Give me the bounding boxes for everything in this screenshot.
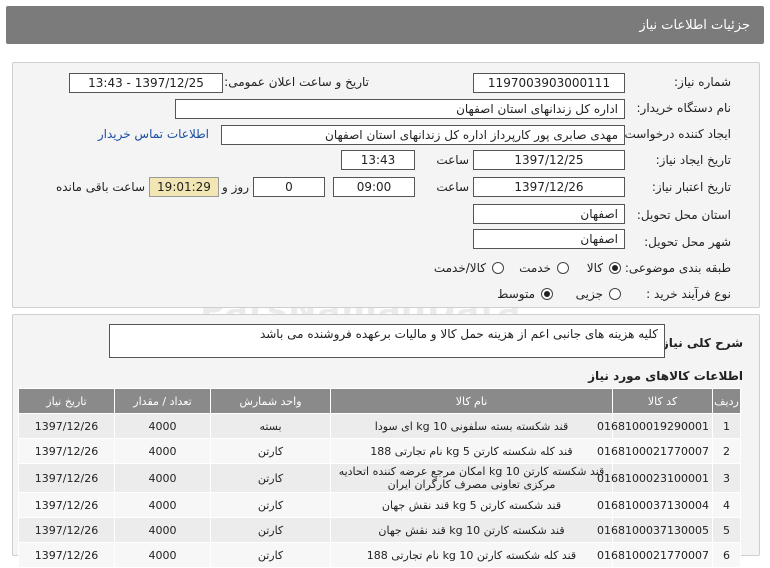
- valid-time-field: 09:00: [333, 177, 415, 197]
- need-number-field: 1197003903000111: [473, 73, 625, 93]
- col-header-date: تاریخ نیاز: [18, 388, 115, 414]
- category-option-both: کالا/خدمت: [433, 261, 486, 275]
- cell-name: قند شکسته بسته سلفونی kg 10 ای سودا: [330, 413, 613, 439]
- cell-name: قند شکسته کارتن kg 10 قند نقش جهان: [330, 517, 613, 543]
- created-date-label: تاریخ ایجاد نیاز:: [655, 153, 731, 167]
- col-header-row: ردیف: [712, 388, 741, 414]
- category-radio-service[interactable]: [557, 262, 569, 274]
- col-header-name: نام کالا: [330, 388, 613, 414]
- cell-row: 4: [712, 492, 741, 518]
- cell-date: 1397/12/26: [18, 463, 115, 493]
- cell-row: 3: [712, 463, 741, 493]
- process-label: نوع فرآیند خرید :: [646, 287, 731, 301]
- page-title: جزئیات اطلاعات نیاز: [639, 17, 750, 33]
- cell-name: قند شکسته کارتن kg 5 قند نقش جهان: [330, 492, 613, 518]
- items-table-header: ردیف کد کالا نام کالا واحد شمارش تعداد /…: [18, 388, 741, 414]
- requester-field: مهدی صابری پور کارپرداز اداره کل زندانها…: [221, 125, 625, 145]
- table-row: 6 0168100021770007 قند کله شکسته کارتن k…: [18, 542, 741, 568]
- cell-date: 1397/12/26: [18, 438, 115, 464]
- city-label: شهر محل تحویل:: [644, 235, 731, 249]
- created-date-field: 1397/12/25: [473, 150, 625, 170]
- cell-unit: کارتن: [210, 463, 331, 493]
- process-radio-minor[interactable]: [609, 288, 621, 300]
- table-row: 4 0168100037130004 قند شکسته کارتن kg 5 …: [18, 492, 741, 518]
- table-row: 5 0168100037130005 قند شکسته کارتن kg 10…: [18, 517, 741, 543]
- category-radio-both[interactable]: [492, 262, 504, 274]
- announce-field: 1397/12/25 - 13:43: [69, 73, 223, 93]
- cell-unit: کارتن: [210, 542, 331, 568]
- days-label: روز و: [222, 180, 249, 194]
- process-radio-medium[interactable]: [541, 288, 553, 300]
- cell-date: 1397/12/26: [18, 517, 115, 543]
- table-row: 3 0168100023100001 قند شکسته کارتن kg 10…: [18, 463, 741, 493]
- cell-date: 1397/12/26: [18, 492, 115, 518]
- page-header: جزئیات اطلاعات نیاز: [6, 6, 764, 44]
- requester-label: ایجاد کننده درخواست:: [620, 127, 731, 141]
- col-header-unit: واحد شمارش: [210, 388, 331, 414]
- need-info-panel: شماره نیاز: 1197003903000111 تاریخ و ساع…: [12, 62, 760, 308]
- valid-date-label: تاریخ اعتبار نیاز:: [651, 180, 731, 194]
- need-number-label: شماره نیاز:: [674, 75, 731, 89]
- cell-unit: کارتن: [210, 517, 331, 543]
- province-field: اصفهان: [473, 204, 625, 224]
- cell-code: 0168100037130005: [597, 517, 713, 543]
- days-field: 0: [253, 177, 325, 197]
- announce-label: تاریخ و ساعت اعلان عمومی:: [224, 75, 369, 89]
- category-radio-goods[interactable]: [609, 262, 621, 274]
- cell-qty: 4000: [114, 438, 211, 464]
- cell-unit: کارتن: [210, 492, 331, 518]
- cell-row: 5: [712, 517, 741, 543]
- cell-unit: بسته: [210, 413, 331, 439]
- cell-date: 1397/12/26: [18, 542, 115, 568]
- process-option-medium: متوسط: [497, 287, 535, 301]
- cell-row: 6: [712, 542, 741, 568]
- remaining-time-field: 19:01:29: [149, 177, 219, 197]
- category-option-service: خدمت: [519, 261, 551, 275]
- created-time-label: ساعت: [436, 153, 469, 167]
- cell-name: قند کله شکسته کارتن kg 5 نام تجارتی 188: [330, 438, 613, 464]
- buyer-org-label: نام دستگاه خریدار:: [636, 101, 732, 115]
- cell-qty: 4000: [114, 542, 211, 568]
- cell-qty: 4000: [114, 463, 211, 493]
- category-label: طبقه بندی موضوعی:: [624, 261, 731, 275]
- buyer-org-field: اداره کل زندانهای استان اصفهان: [175, 99, 625, 119]
- cell-row: 1: [712, 413, 741, 439]
- created-time-field: 13:43: [341, 150, 415, 170]
- valid-time-label: ساعت: [436, 180, 469, 194]
- province-label: استان محل تحویل:: [636, 208, 731, 222]
- remaining-label: ساعت باقی مانده: [55, 180, 145, 194]
- cell-name: قند کله شکسته کارتن kg 10 نام تجارتی 188: [330, 542, 613, 568]
- col-header-qty: تعداد / مقدار: [114, 388, 211, 414]
- description-field: کلیه هزینه های جانبی اعم از هزینه حمل کا…: [109, 324, 665, 358]
- valid-date-field: 1397/12/26: [473, 177, 625, 197]
- description-label: شرح کلی نیاز:: [657, 336, 743, 350]
- cell-qty: 4000: [114, 413, 211, 439]
- cell-code: 0168100019290001: [597, 413, 713, 439]
- category-option-goods: کالا: [586, 261, 603, 275]
- col-header-code: کد کالا: [612, 388, 713, 414]
- cell-code: 0168100037130004: [597, 492, 713, 518]
- cell-date: 1397/12/26: [18, 413, 115, 439]
- cell-name: قند شکسته کارتن kg 10 امکان مرجع عرضه کن…: [330, 463, 613, 493]
- cell-qty: 4000: [114, 492, 211, 518]
- table-row: 2 0168100021770007 قند کله شکسته کارتن k…: [18, 438, 741, 464]
- cell-code: 0168100021770007: [597, 438, 713, 464]
- items-table: ردیف کد کالا نام کالا واحد شمارش تعداد /…: [18, 388, 741, 568]
- cell-qty: 4000: [114, 517, 211, 543]
- cell-code: 0168100023100001: [597, 463, 713, 493]
- cell-unit: کارتن: [210, 438, 331, 464]
- city-field: اصفهان: [473, 229, 625, 249]
- buyer-contact-link[interactable]: اطلاعات تماس خریدار: [98, 127, 209, 141]
- cell-row: 2: [712, 438, 741, 464]
- process-option-minor: جزیی: [575, 287, 603, 301]
- items-section-title: اطلاعات کالاهای مورد نیاز: [588, 369, 743, 383]
- cell-code: 0168100021770007: [597, 542, 713, 568]
- table-row: 1 0168100019290001 قند شکسته بسته سلفونی…: [18, 413, 741, 439]
